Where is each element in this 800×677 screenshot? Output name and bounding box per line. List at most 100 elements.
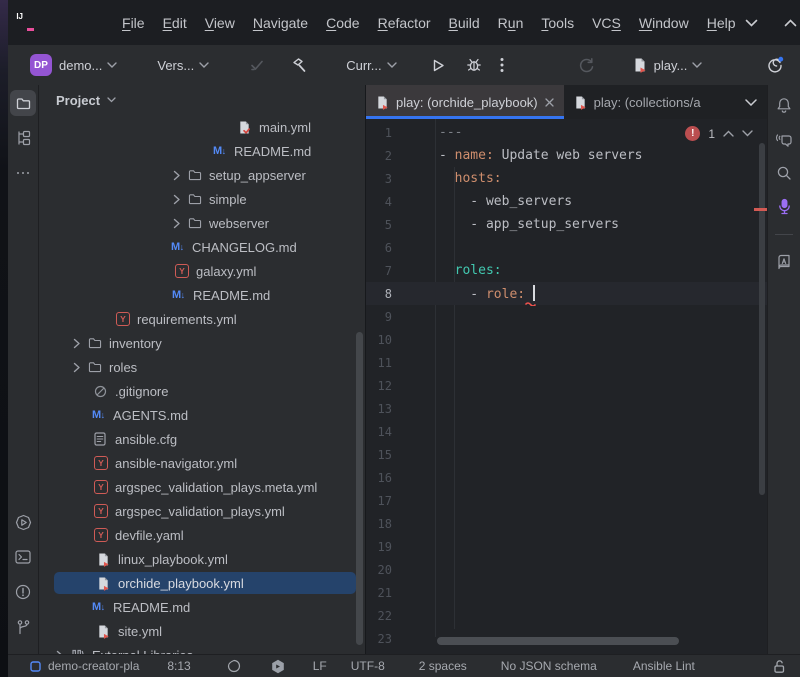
tree-item-changelog-md[interactable]: M↓CHANGELOG.md — [39, 235, 365, 259]
project-panel-header[interactable]: Project — [39, 85, 365, 115]
package-icon[interactable] — [271, 659, 285, 674]
tree-item-external-libraries[interactable]: External Libraries — [39, 643, 365, 654]
inspection-widget[interactable]: ! 1 — [685, 126, 753, 141]
vcs-widget-label[interactable]: Vers... — [157, 58, 194, 73]
chevron-right-icon[interactable] — [173, 194, 188, 205]
chevron-down-icon[interactable] — [742, 130, 753, 137]
caret-position[interactable]: 8:13 — [167, 659, 190, 673]
editor-line-22[interactable]: 22 — [366, 604, 767, 627]
editor-line-18[interactable]: 18 — [366, 512, 767, 535]
tree-item-roles[interactable]: roles — [39, 355, 365, 379]
ai-assistant-icon[interactable] — [766, 56, 784, 74]
run-icon[interactable] — [431, 58, 446, 73]
tree-item-simple[interactable]: simple — [39, 187, 365, 211]
project-avatar[interactable]: DP — [30, 54, 52, 76]
chevron-up-icon[interactable] — [784, 19, 797, 27]
terminal-icon[interactable] — [10, 544, 36, 570]
hammer-icon[interactable] — [291, 57, 308, 74]
project-scrollbar[interactable] — [356, 332, 363, 645]
editor-line-15[interactable]: 15 — [366, 443, 767, 466]
editor-line-7[interactable]: 7 roles: — [366, 259, 767, 282]
tree-item-site-yml[interactable]: site.yml — [39, 619, 365, 643]
close-icon[interactable] — [545, 98, 554, 107]
chevron-right-icon[interactable] — [173, 218, 188, 229]
indent-setting[interactable]: 2 spaces — [419, 659, 467, 673]
mic-icon[interactable] — [777, 198, 792, 215]
editor-line-16[interactable]: 16 — [366, 466, 767, 489]
run-tool-icon[interactable] — [10, 509, 36, 535]
tab-collections-playbook[interactable]: play: (collections/a — [564, 85, 711, 119]
chevron-down-icon[interactable] — [107, 62, 117, 68]
ansible-lint-widget[interactable]: Ansible Lint — [633, 659, 695, 673]
editor-line-19[interactable]: 19 — [366, 535, 767, 558]
menu-refactor[interactable]: Refactor — [369, 11, 440, 35]
chevron-down-icon[interactable] — [745, 19, 758, 27]
tree-item-inventory[interactable]: inventory — [39, 331, 365, 355]
dictionary-icon[interactable] — [776, 254, 792, 270]
line-separator[interactable]: LF — [313, 659, 327, 673]
chevron-down-icon[interactable] — [387, 62, 397, 68]
editor-line-11[interactable]: 11 — [366, 351, 767, 374]
more-icon[interactable] — [10, 160, 36, 186]
tree-item-ansible-cfg[interactable]: ansible.cfg — [39, 427, 365, 451]
tree-item-readme-md[interactable]: M↓README.md — [39, 283, 365, 307]
editor-line-8[interactable]: 8 - role: — [366, 282, 767, 305]
chevron-right-icon[interactable] — [56, 650, 71, 655]
problems-icon[interactable] — [10, 579, 36, 605]
project-tool-button[interactable] — [10, 90, 36, 116]
menu-run[interactable]: Run — [489, 11, 533, 35]
menu-tools[interactable]: Tools — [532, 11, 583, 35]
editor-line-4[interactable]: 4 - web_servers — [366, 190, 767, 213]
chevron-down-icon[interactable] — [745, 99, 757, 106]
error-stripe-mark[interactable] — [754, 208, 767, 211]
editor-line-9[interactable]: 9 — [366, 305, 767, 328]
editor-line-20[interactable]: 20 — [366, 558, 767, 581]
run-config-label[interactable]: Curr... — [346, 58, 381, 73]
editor-line-14[interactable]: 14 — [366, 420, 767, 443]
kebab-icon[interactable] — [500, 57, 504, 73]
editor-line-12[interactable]: 12 — [366, 374, 767, 397]
editor-line-13[interactable]: 13 — [366, 397, 767, 420]
tree-item-readme-md[interactable]: M↓README.md — [39, 139, 365, 163]
editor-line-10[interactable]: 10 — [366, 328, 767, 351]
editor-line-5[interactable]: 5 - app_setup_servers — [366, 213, 767, 236]
tree-item-main-yml[interactable]: main.yml — [39, 115, 365, 139]
editor-line-21[interactable]: 21 — [366, 581, 767, 604]
search-icon[interactable] — [776, 165, 792, 181]
current-file-label[interactable]: play... — [654, 58, 688, 73]
tab-orchide-playbook[interactable]: play: (orchide_playbook) — [366, 85, 564, 119]
menu-edit[interactable]: Edit — [154, 11, 196, 35]
menu-code[interactable]: Code — [317, 11, 368, 35]
git-branch-icon[interactable] — [10, 614, 36, 640]
analysis-icon[interactable] — [227, 659, 241, 673]
tree-item-linux-playbook-yml[interactable]: linux_playbook.yml — [39, 547, 365, 571]
tree-item-devfile-yaml[interactable]: Ydevfile.yaml — [39, 523, 365, 547]
menu-navigate[interactable]: Navigate — [244, 11, 317, 35]
bell-icon[interactable] — [776, 97, 792, 114]
editor-line-6[interactable]: 6 — [366, 236, 767, 259]
tree-item-readme-md[interactable]: M↓README.md — [39, 595, 365, 619]
chevron-right-icon[interactable] — [73, 362, 88, 373]
tree-item-setup-appserver[interactable]: setup_appserver — [39, 163, 365, 187]
file-encoding[interactable]: UTF-8 — [351, 659, 385, 673]
tree-item-argspec-validation-plays-yml[interactable]: Yargspec_validation_plays.yml — [39, 499, 365, 523]
ai-chat-icon[interactable] — [775, 131, 793, 148]
tree-item-webserver[interactable]: webserver — [39, 211, 365, 235]
menu-build[interactable]: Build — [440, 11, 489, 35]
project-widget-label[interactable]: demo... — [59, 58, 102, 73]
status-project-widget[interactable]: demo-creator-pla — [30, 659, 139, 673]
debug-icon[interactable] — [466, 57, 482, 73]
json-schema-widget[interactable]: No JSON schema — [501, 659, 597, 673]
tree-item-argspec-validation-plays-meta-yml[interactable]: Yargspec_validation_plays.meta.yml — [39, 475, 365, 499]
editor-line-3[interactable]: 3 hosts: — [366, 167, 767, 190]
editor-line-17[interactable]: 17 — [366, 489, 767, 512]
structure-icon[interactable] — [10, 125, 36, 151]
menu-file[interactable]: File — [113, 11, 154, 35]
tree-item-agents-md[interactable]: M↓AGENTS.md — [39, 403, 365, 427]
menu-window[interactable]: Window — [630, 11, 698, 35]
editor-line-2[interactable]: 2- name: Update web servers — [366, 144, 767, 167]
tree-item-gitignore[interactable]: .gitignore — [39, 379, 365, 403]
chevron-down-icon[interactable] — [199, 62, 209, 68]
tree-item-galaxy-yml[interactable]: Ygalaxy.yml — [39, 259, 365, 283]
chevron-down-icon[interactable] — [692, 62, 702, 68]
